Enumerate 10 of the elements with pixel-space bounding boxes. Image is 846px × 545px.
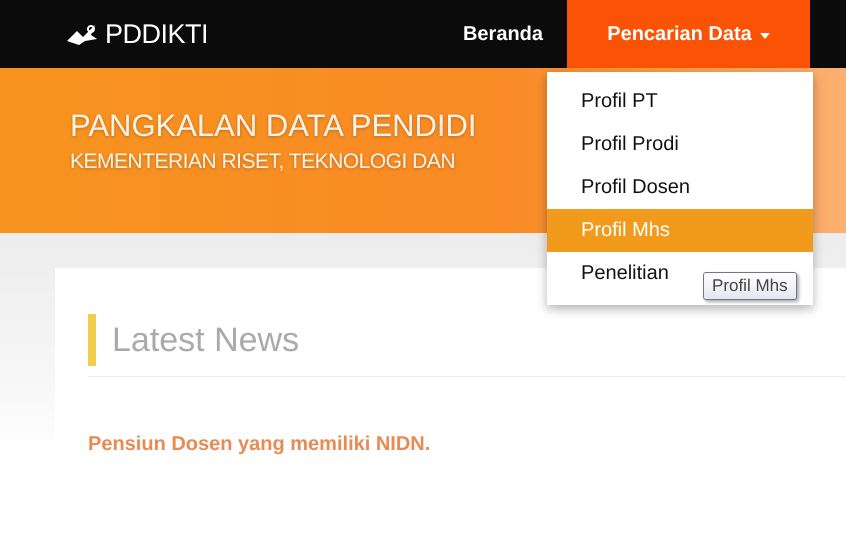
menu-item[interactable]: Profil Prodi [547, 123, 813, 166]
logo-text: PDDIKTI [105, 18, 208, 50]
banner-subtitle: KEMENTERIAN RISET, TEKNOLOGI DAN [70, 150, 456, 174]
tooltip: Profil Mhs [703, 272, 797, 300]
menu-item[interactable]: Profil Dosen [547, 166, 813, 209]
accent-bar [88, 314, 96, 366]
menu-item[interactable]: Profil PT [547, 80, 813, 123]
banner-title: PANGKALAN DATA PENDIDI [70, 108, 477, 144]
nav-link[interactable]: Beranda [438, 0, 567, 68]
section-heading: Latest News [112, 320, 300, 360]
